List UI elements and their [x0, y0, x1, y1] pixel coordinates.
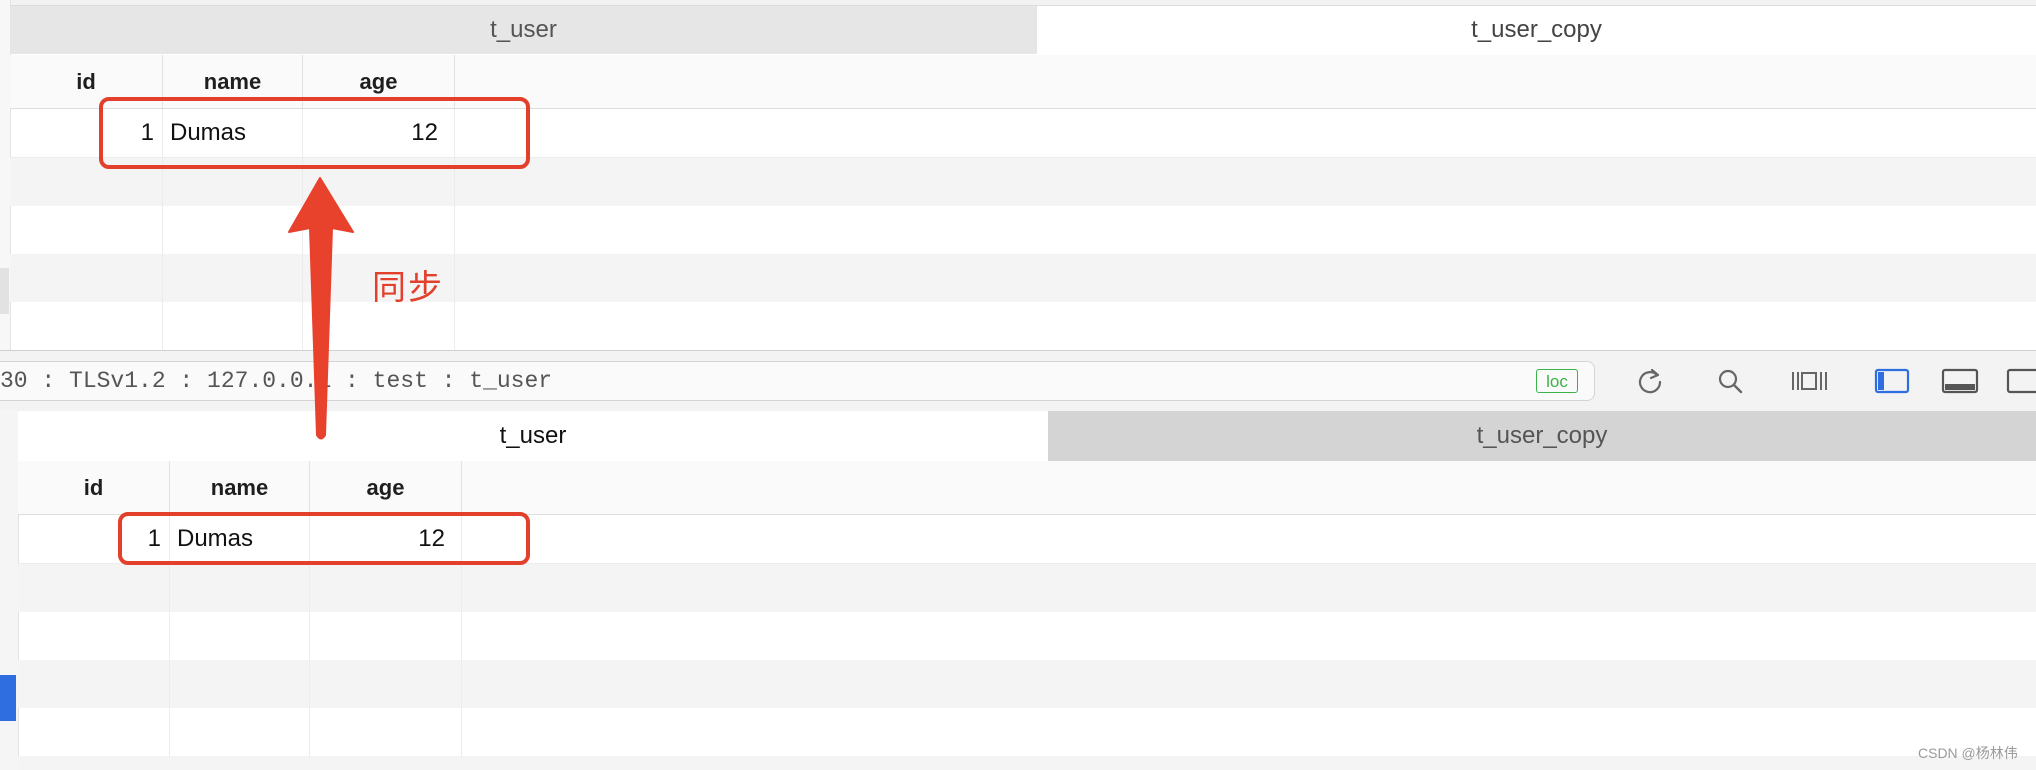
empty-cell[interactable]	[170, 660, 310, 708]
watermark: CSDN @杨林伟	[1918, 745, 2018, 761]
search-icon[interactable]	[1710, 361, 1750, 401]
selected-row-marker	[0, 675, 16, 721]
empty-cell[interactable]	[10, 254, 163, 302]
column-header-row: id name age	[18, 461, 2036, 515]
sidebar-left-icon[interactable]	[1872, 361, 1912, 401]
empty-cell[interactable]	[170, 564, 310, 612]
empty-cell[interactable]	[18, 708, 170, 756]
empty-cell[interactable]	[10, 206, 163, 254]
empty-row[interactable]	[18, 564, 2036, 612]
refresh-icon[interactable]	[1630, 361, 1670, 401]
annotation-sync-label: 同步	[372, 269, 444, 307]
column-header-name[interactable]: name	[170, 461, 310, 514]
empty-cell[interactable]	[18, 612, 170, 660]
empty-row[interactable]	[18, 756, 2036, 770]
empty-cell[interactable]	[18, 660, 170, 708]
empty-row[interactable]	[18, 612, 2036, 660]
columns-icon[interactable]	[1788, 361, 1832, 401]
left-gutter-marker	[0, 268, 9, 314]
column-header-id[interactable]: id	[18, 461, 170, 514]
empty-row[interactable]	[18, 660, 2036, 708]
tab-t-user-copy[interactable]: t_user_copy	[1048, 411, 2036, 461]
sync-arrow-icon	[288, 177, 354, 440]
empty-cell[interactable]	[10, 302, 163, 352]
sidebar-right-icon[interactable]	[2006, 361, 2036, 401]
tab-t-user[interactable]: t_user	[10, 6, 1037, 54]
column-header-age[interactable]: age	[310, 461, 462, 514]
highlight-box-top-row	[99, 97, 530, 169]
empty-row[interactable]	[18, 708, 2036, 756]
highlight-box-bottom-row	[118, 512, 530, 565]
empty-cell[interactable]	[170, 612, 310, 660]
empty-cell[interactable]	[310, 564, 462, 612]
connection-info-text: 30 : TLSv1.2 : 127.0.0.1 : test : t_user	[0, 368, 553, 394]
empty-cell[interactable]	[170, 708, 310, 756]
loc-badge: loc	[1536, 369, 1578, 393]
tab-t-user-copy[interactable]: t_user_copy	[1037, 6, 2036, 54]
empty-cell[interactable]	[310, 660, 462, 708]
empty-cell[interactable]	[310, 708, 462, 756]
panel-bottom-icon[interactable]	[1940, 361, 1980, 401]
empty-cell[interactable]	[18, 564, 170, 612]
tab-t-user[interactable]: t_user	[18, 411, 1048, 461]
connection-info-field[interactable]: 30 : TLSv1.2 : 127.0.0.1 : test : t_user…	[0, 361, 1595, 401]
empty-cell[interactable]	[310, 612, 462, 660]
